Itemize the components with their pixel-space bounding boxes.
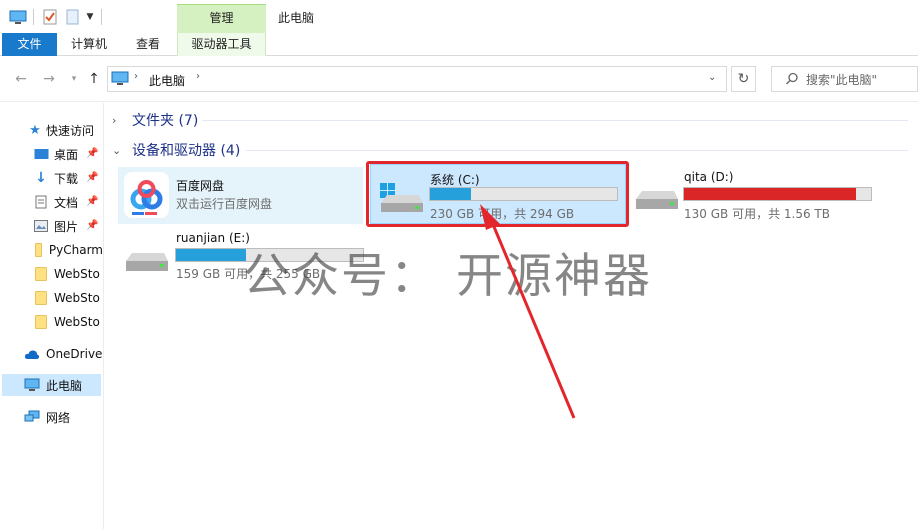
drive-usage-fill <box>176 249 247 261</box>
customize-quick-access-icon[interactable]: ▼ <box>84 8 96 26</box>
folder-icon <box>35 291 47 305</box>
document-icon <box>33 194 49 210</box>
chevron-right-icon: › <box>112 113 117 127</box>
pin-icon: 📌 <box>86 172 99 183</box>
device-tile-drive-c[interactable]: 系统 (C:) 230 GB 可用，共 294 GB <box>370 164 626 224</box>
device-name: 系统 (C:) <box>430 173 480 187</box>
pin-icon: 📌 <box>86 148 99 159</box>
ribbon-tabs: 文件 计算机 查看 驱动器工具 <box>0 33 918 56</box>
desktop-icon <box>33 146 49 162</box>
tab-drive-tools[interactable]: 驱动器工具 <box>177 33 266 56</box>
up-arrow-icon[interactable]: ↑ <box>85 70 103 88</box>
sidebar-item-folder[interactable]: WebSto <box>0 287 103 309</box>
drive-usage-fill <box>430 188 471 200</box>
folder-icon <box>35 315 47 329</box>
drive-free-space: 230 GB 可用，共 294 GB <box>430 207 575 221</box>
navigation-pane: ★ 快速访问 桌面 📌 ↓ 下载 📌 文档 📌 图片 📌 PyCharm Web… <box>0 103 104 529</box>
group-header-devices[interactable]: ⌄ 设备和驱动器 (4) <box>112 140 240 160</box>
pin-icon: 📌 <box>86 220 99 231</box>
sidebar-item-folder[interactable]: WebSto <box>0 311 103 333</box>
refresh-icon: ↻ <box>737 71 750 87</box>
properties-icon[interactable] <box>41 8 59 26</box>
tab-file[interactable]: 文件 <box>2 33 57 56</box>
download-icon: ↓ <box>35 170 47 186</box>
drive-usage-bar <box>683 187 872 201</box>
manage-contextual-tab[interactable]: 管理 <box>177 4 266 33</box>
sidebar-item-documents[interactable]: 文档 📌 <box>0 191 103 213</box>
sidebar-item-folder[interactable]: WebSto <box>0 263 103 285</box>
sidebar-item-desktop[interactable]: 桌面 📌 <box>0 143 103 165</box>
baidu-netdisk-icon <box>124 172 169 218</box>
breadcrumb-this-pc[interactable]: 此电脑 <box>149 72 185 89</box>
this-pc-icon <box>111 71 129 89</box>
computer-icon[interactable] <box>8 8 28 26</box>
sidebar-item-quick-access[interactable]: ★ 快速访问 <box>0 119 103 141</box>
title-bar: ▼ 管理 此电脑 <box>0 0 918 33</box>
drive-free-space: 130 GB 可用，共 1.56 TB <box>684 207 830 221</box>
search-icon <box>785 72 799 89</box>
device-tile-baidu-netdisk[interactable]: 百度网盘 双击运行百度网盘 <box>118 167 363 224</box>
device-name: ruanjian (E:) <box>176 231 250 245</box>
picture-icon <box>33 218 49 234</box>
back-arrow-icon[interactable]: ← <box>12 70 30 88</box>
recent-locations-chevron-icon[interactable]: ▾ <box>65 70 83 88</box>
tab-computer[interactable]: 计算机 <box>61 33 117 56</box>
search-input[interactable] <box>806 71 914 88</box>
drive-usage-fill <box>684 188 857 200</box>
tab-view[interactable]: 查看 <box>124 33 172 56</box>
sidebar-item-this-pc[interactable]: 此电脑 <box>2 374 101 396</box>
divider <box>246 150 908 151</box>
device-name: 百度网盘 <box>176 179 225 193</box>
device-subtitle: 双击运行百度网盘 <box>176 197 273 211</box>
drive-usage-bar <box>429 187 618 201</box>
folder-icon <box>35 243 42 257</box>
star-icon: ★ <box>29 122 41 138</box>
new-folder-icon[interactable] <box>64 8 80 26</box>
group-header-folders[interactable]: › 文件夹 (7) <box>112 110 198 130</box>
refresh-button[interactable]: ↻ <box>731 66 756 92</box>
address-bar[interactable]: › 此电脑 › ⌄ <box>107 66 727 92</box>
hard-drive-icon <box>632 189 678 218</box>
window-title: 此电脑 <box>278 11 315 25</box>
breadcrumb-chevron-icon[interactable]: › <box>134 71 138 82</box>
this-pc-icon <box>24 377 40 393</box>
device-tile-drive-d[interactable]: qita (D:) 130 GB 可用，共 1.56 TB <box>632 167 882 224</box>
drive-usage-bar <box>175 248 364 262</box>
folder-icon <box>35 267 47 281</box>
address-history-dropdown-icon[interactable]: ⌄ <box>708 72 716 83</box>
drive-free-space: 159 GB 可用，共 255 GB <box>176 267 321 281</box>
pin-icon: 📌 <box>86 196 99 207</box>
chevron-down-icon: ⌄ <box>112 143 122 157</box>
network-icon <box>24 409 40 425</box>
search-box[interactable] <box>771 66 918 92</box>
hard-drive-icon <box>122 251 168 280</box>
divider <box>202 120 908 121</box>
sidebar-item-downloads[interactable]: ↓ 下载 📌 <box>0 167 103 189</box>
sidebar-item-pictures[interactable]: 图片 📌 <box>0 215 103 237</box>
device-name: qita (D:) <box>684 170 734 184</box>
forward-arrow-icon[interactable]: → <box>40 70 58 88</box>
cloud-icon <box>24 346 40 362</box>
sidebar-item-onedrive[interactable]: OneDrive <box>0 343 103 365</box>
device-tile-drive-e[interactable]: ruanjian (E:) 159 GB 可用，共 255 GB <box>122 227 372 284</box>
sidebar-item-network[interactable]: 网络 <box>0 406 103 428</box>
system-drive-icon <box>377 179 423 218</box>
breadcrumb-chevron-icon[interactable]: › <box>196 71 200 82</box>
sidebar-item-folder[interactable]: PyCharm <box>0 239 103 261</box>
